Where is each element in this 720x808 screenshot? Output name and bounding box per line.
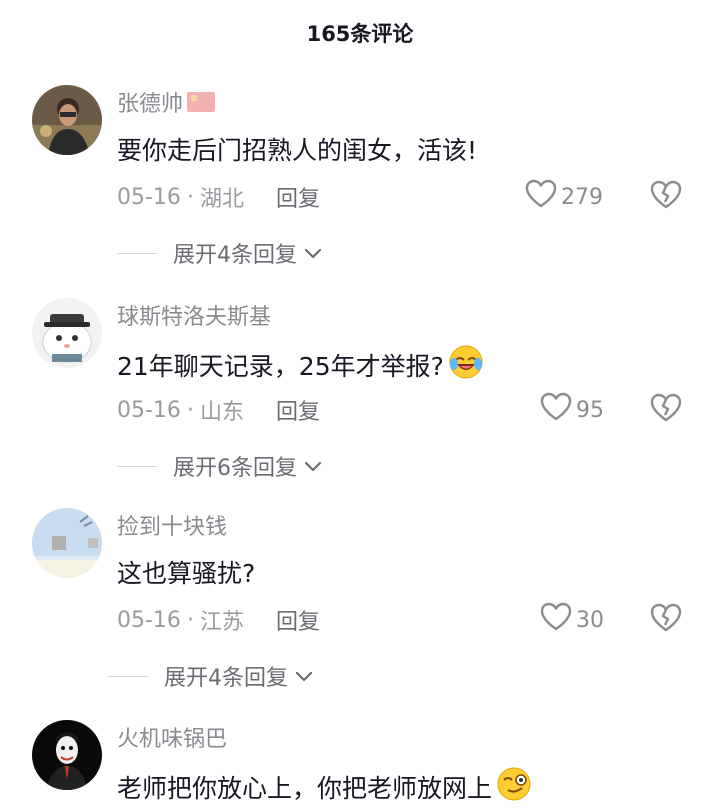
meta-separator: ·: [186, 607, 194, 633]
chevron-down-icon: [303, 459, 323, 473]
comments-header: 165条评论: [0, 0, 720, 66]
expand-replies-button[interactable]: 展开6条回复: [117, 448, 323, 484]
comments-count-title: 165条评论: [306, 22, 414, 46]
like-button[interactable]: 279: [525, 179, 603, 215]
comment-meta: 05-16 · 江苏 回复: [117, 602, 320, 638]
smirk-emoji-icon: [496, 766, 532, 808]
divider-line: [117, 465, 157, 467]
comment-text: 老师把你放心上，你把老师放网上: [117, 766, 532, 808]
heart-icon: [540, 602, 572, 638]
comment-location: 江苏: [199, 610, 244, 635]
comment-text-body: 21年聊天记录，25年才举报?: [117, 352, 444, 381]
dislike-button[interactable]: [648, 392, 684, 428]
comment-date: 05-16: [117, 397, 181, 423]
comment-text-body: 老师把你放心上，你把老师放网上: [117, 774, 493, 803]
reply-button[interactable]: 回复: [276, 394, 320, 426]
comment-text: 这也算骚扰?: [117, 559, 256, 588]
dislike-button[interactable]: [648, 602, 684, 638]
comment-text: 要你走后门招熟人的闺女，活该!: [117, 136, 478, 165]
like-button[interactable]: 95: [540, 392, 604, 428]
broken-heart-icon: [650, 393, 682, 427]
comment-date: 05-16: [117, 184, 181, 210]
username[interactable]: 火机味锅巴: [117, 721, 227, 753]
laughing-emoji-icon: [448, 344, 484, 386]
heart-icon: [540, 392, 572, 428]
broken-heart-icon: [650, 603, 682, 637]
expand-replies-button[interactable]: 展开4条回复: [108, 658, 314, 694]
heart-icon: [525, 179, 557, 215]
avatar[interactable]: [32, 508, 102, 578]
user-row: 捡到十块钱: [117, 508, 227, 542]
broken-heart-icon: [650, 180, 682, 214]
comment-meta: 05-16 · 湖北 回复: [117, 179, 320, 215]
avatar[interactable]: [32, 720, 102, 790]
username[interactable]: 捡到十块钱: [117, 509, 227, 541]
expand-replies-label: 展开6条回复: [173, 456, 297, 481]
flag-icon: [187, 92, 216, 112]
meta-separator: ·: [186, 397, 194, 423]
comment-meta: 05-16 · 山东 回复: [117, 392, 320, 428]
username[interactable]: 球斯特洛夫斯基: [117, 299, 271, 331]
comment-date: 05-16: [117, 607, 181, 633]
reply-button[interactable]: 回复: [276, 181, 320, 213]
divider-line: [117, 252, 157, 254]
dislike-button[interactable]: [648, 179, 684, 215]
expand-replies-label: 展开4条回复: [164, 666, 288, 691]
avatar[interactable]: [32, 298, 102, 368]
divider-line: [108, 675, 148, 677]
meta-separator: ·: [186, 184, 194, 210]
chevron-down-icon: [294, 669, 314, 683]
user-row: 火机味锅巴: [117, 720, 227, 754]
like-button[interactable]: 30: [540, 602, 604, 638]
comment-text: 21年聊天记录，25年才举报?: [117, 344, 484, 386]
username[interactable]: 张德帅: [117, 86, 183, 118]
chevron-down-icon: [303, 246, 323, 260]
comment-location: 湖北: [199, 187, 244, 212]
expand-replies-button[interactable]: 展开4条回复: [117, 235, 323, 271]
user-row: 球斯特洛夫斯基: [117, 298, 271, 332]
user-row: 张德帅: [117, 85, 216, 119]
reply-button[interactable]: 回复: [276, 604, 320, 636]
avatar[interactable]: [32, 85, 102, 155]
like-count: 30: [576, 607, 604, 633]
like-count: 279: [561, 184, 603, 210]
expand-replies-label: 展开4条回复: [173, 243, 297, 268]
like-count: 95: [576, 397, 604, 423]
comment-location: 山东: [199, 400, 244, 425]
